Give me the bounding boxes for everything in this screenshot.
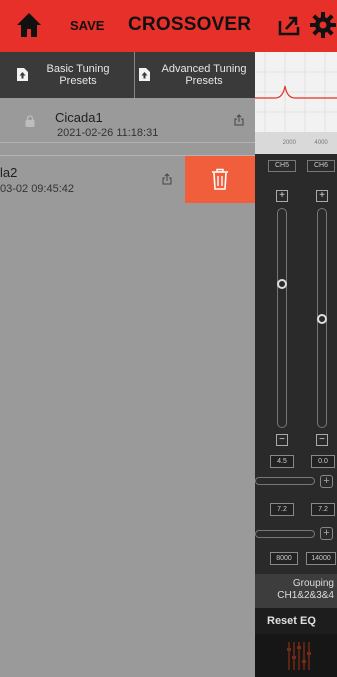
mixer-icon[interactable] — [255, 634, 337, 677]
increase-button[interactable]: + — [276, 190, 288, 202]
preset-date: 2021-02-26 11:18:31 — [57, 127, 159, 139]
tab-label: Advanced Tuning Presets — [161, 63, 247, 87]
value-box[interactable]: 7.2 — [270, 503, 294, 516]
channel-label[interactable]: CH6 — [307, 160, 335, 172]
graph-tick: 2000 — [282, 140, 296, 146]
reset-eq-button[interactable]: Reset EQ — [255, 608, 337, 634]
preset-tabs: Basic Tuning Presets Advanced Tuning Pre… — [0, 52, 255, 98]
value-box[interactable]: 8000 — [270, 552, 298, 565]
gear-icon[interactable] — [309, 11, 337, 39]
preset-date: 03-02 09:45:42 — [0, 183, 75, 195]
file-upload-icon — [139, 68, 150, 81]
graph-axis: 2000 4000 — [255, 132, 337, 154]
tab-basic-tuning-presets[interactable]: Basic Tuning Presets — [0, 52, 135, 98]
add-icon[interactable]: + — [320, 527, 333, 540]
slider-knob[interactable] — [317, 314, 327, 324]
grouping-label: Grouping — [292, 578, 334, 589]
trash-icon — [212, 168, 228, 190]
top-bar: SAVE CROSSOVER — [0, 0, 337, 52]
tab-label: Basic Tuning Presets — [46, 63, 110, 87]
delete-preset-button[interactable] — [185, 156, 255, 203]
grouping-button[interactable]: Grouping CH1&2&3&4 — [255, 574, 337, 608]
file-upload-icon — [17, 68, 28, 81]
presets-drawer: Basic Tuning Presets Advanced Tuning Pre… — [0, 52, 255, 677]
home-icon[interactable] — [16, 11, 42, 39]
add-icon[interactable]: + — [320, 475, 333, 488]
share-icon[interactable] — [234, 114, 244, 126]
horizontal-slider[interactable] — [255, 530, 315, 538]
preset-name: la2 — [0, 165, 18, 180]
grouping-value: CH1&2&3&4 — [277, 590, 334, 601]
value-box[interactable]: 4.5 — [270, 455, 294, 468]
preset-item[interactable]: Cicada1 2021-02-26 11:18:31 — [0, 98, 255, 143]
preset-name: Cicada1 — [55, 110, 103, 125]
value-box[interactable]: 0.0 — [311, 455, 335, 468]
decrease-button[interactable]: − — [276, 434, 288, 446]
save-button[interactable]: SAVE — [70, 18, 104, 33]
horizontal-slider[interactable] — [255, 477, 315, 485]
preset-item[interactable]: la2 03-02 09:45:42 — [0, 155, 255, 203]
gain-slider[interactable] — [277, 208, 287, 428]
value-box[interactable]: 7.2 — [311, 503, 335, 516]
slider-knob[interactable] — [277, 279, 287, 289]
decrease-button[interactable]: − — [316, 434, 328, 446]
share-icon[interactable] — [162, 173, 172, 185]
value-box[interactable]: 14000 — [306, 552, 336, 565]
export-icon[interactable] — [277, 13, 301, 37]
lock-icon — [25, 115, 35, 127]
page-title: CROSSOVER — [128, 14, 252, 35]
tab-advanced-tuning-presets[interactable]: Advanced Tuning Presets — [135, 52, 255, 98]
increase-button[interactable]: + — [316, 190, 328, 202]
graph-tick: 4000 — [314, 140, 328, 146]
frequency-graph — [255, 52, 337, 142]
channel-label[interactable]: CH5 — [268, 160, 296, 172]
